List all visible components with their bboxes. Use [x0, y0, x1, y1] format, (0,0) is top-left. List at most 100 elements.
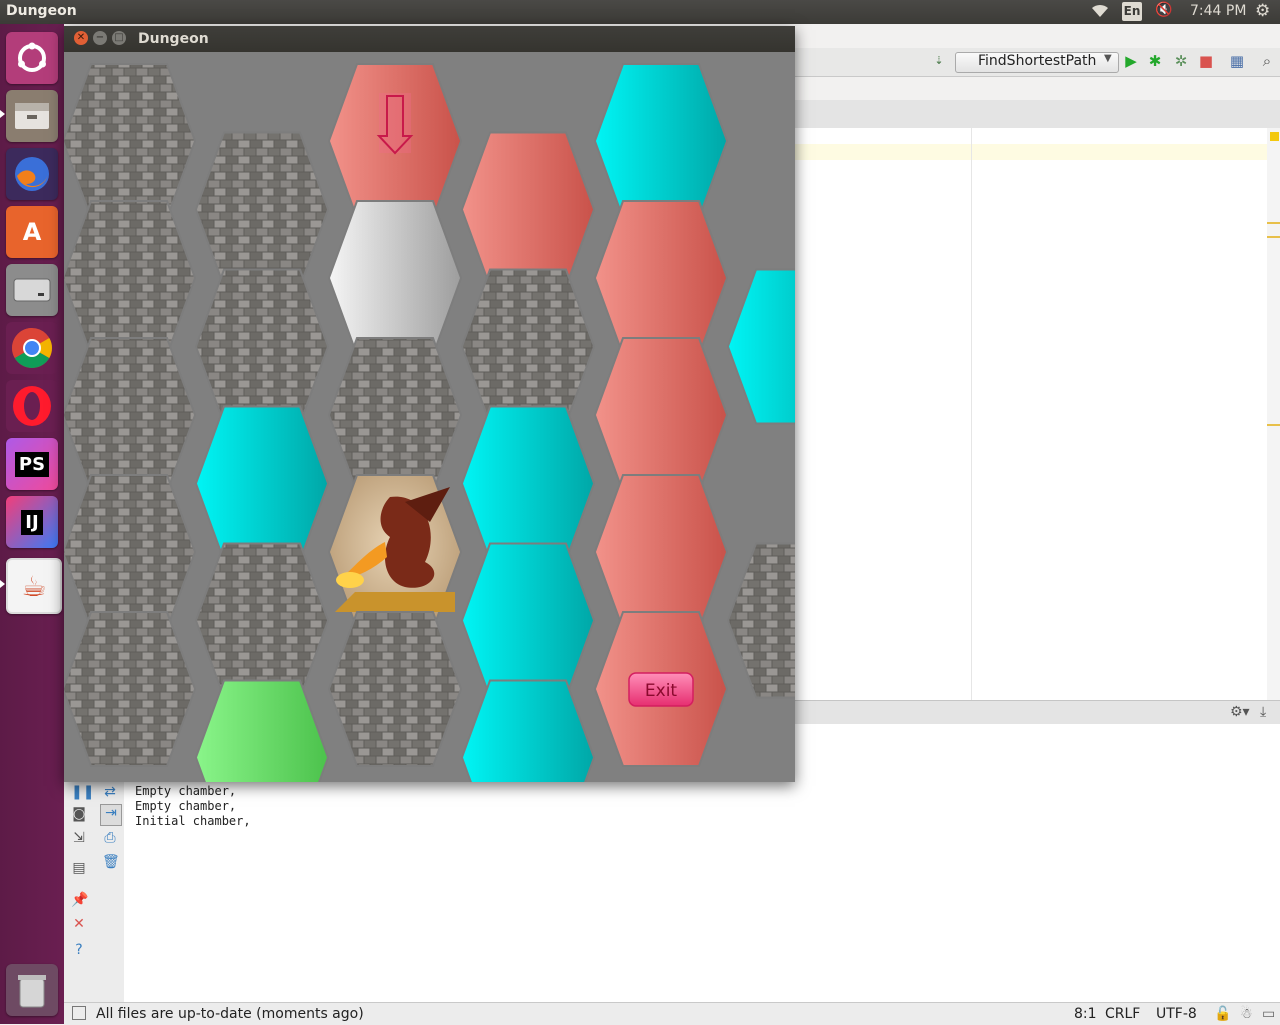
lock-icon[interactable]: 🔓 [1214, 1006, 1231, 1022]
line-separator[interactable]: CRLF [1105, 1006, 1140, 1022]
hex-chamber-pink[interactable] [327, 63, 463, 219]
java-icon[interactable]: ☕ [6, 558, 62, 614]
pin-icon[interactable]: 📌 [71, 892, 88, 908]
run-icon[interactable]: ▶ [1122, 52, 1140, 70]
toggle-tool-windows-icon[interactable] [72, 1006, 86, 1020]
warning-marker[interactable] [1267, 424, 1280, 426]
cursor-position[interactable]: 8:1 [1074, 1006, 1097, 1022]
warning-marker[interactable] [1270, 132, 1279, 141]
keyboard-language-indicator[interactable]: En [1122, 2, 1142, 21]
exit-icon[interactable]: ⇲ [71, 830, 87, 846]
event-log-icon[interactable]: ▭ [1262, 1006, 1275, 1022]
close-icon[interactable]: ✕ [74, 31, 88, 45]
files-icon[interactable] [6, 90, 58, 142]
hex-chamber-gray[interactable] [327, 200, 463, 356]
inspector-icon[interactable]: ☃ [1240, 1006, 1253, 1022]
hex-chamber-wall[interactable] [64, 474, 197, 630]
intellij-label: IJ [21, 509, 43, 535]
intellij-icon[interactable]: IJ [6, 496, 58, 548]
hide-panel-icon[interactable]: ⤓ [1260, 704, 1266, 720]
project-structure-icon[interactable]: ▦ [1228, 52, 1246, 70]
file-encoding[interactable]: UTF-8 [1156, 1006, 1197, 1022]
top-panel: Dungeon En 🔇 7:44 PM ⚙ [0, 0, 1280, 24]
hex-chamber-wall[interactable] [327, 337, 463, 493]
hex-chamber-cyan[interactable] [194, 405, 330, 562]
editor-marker-stripe[interactable] [1267, 128, 1280, 700]
console-line: Initial chamber, [135, 814, 251, 828]
hex-chamber-wall[interactable] [64, 63, 197, 219]
hex-chamber-wall[interactable] [194, 542, 330, 699]
layout-icon[interactable]: ▤ [71, 860, 87, 876]
search-icon[interactable]: ⌕ [1258, 52, 1276, 70]
status-message: All files are up-to-date (moments ago) [96, 1006, 364, 1022]
hex-chamber-pink[interactable] [460, 131, 596, 288]
camera-icon[interactable]: ◙ [71, 806, 87, 822]
hex-chamber-wall[interactable] [194, 268, 330, 425]
system-settings-icon[interactable]: ⚙ [1255, 1, 1270, 21]
binary-icon[interactable]: ⇣ [930, 52, 948, 70]
status-bar: All files are up-to-date (moments ago) 8… [64, 1002, 1280, 1025]
code-editor[interactable] [795, 128, 1267, 700]
hex-chamber-pink[interactable] [593, 474, 729, 630]
console-line: Empty chamber, [135, 799, 237, 813]
debug-icon[interactable]: ✱ [1146, 52, 1164, 70]
firefox-icon[interactable] [6, 148, 58, 200]
hex-chamber-cyan[interactable] [726, 268, 795, 425]
exit-label: Exit [645, 681, 678, 701]
dungeon-titlebar: ✕ − □ Dungeon [64, 26, 795, 52]
volume-muted-icon[interactable]: 🔇 [1155, 2, 1172, 18]
hex-chamber-pink[interactable]: Exit [593, 611, 729, 767]
hex-chamber-pink[interactable] [593, 200, 729, 356]
hex-chamber-wall[interactable] [460, 268, 596, 425]
minimize-icon[interactable]: − [93, 31, 107, 45]
hex-chamber-cyan[interactable] [593, 63, 729, 219]
hex-chamber-cyan[interactable] [460, 405, 596, 562]
stop-icon[interactable]: ■ [1197, 52, 1215, 70]
coverage-icon[interactable]: ✲ [1172, 52, 1190, 70]
chrome-icon[interactable] [6, 322, 58, 374]
print-icon[interactable]: ⎙ [102, 830, 118, 846]
exit-button[interactable]: Exit [628, 672, 694, 707]
hex-chamber-wall[interactable] [327, 611, 463, 767]
run-config-select[interactable]: FindShortestPath ▼ [955, 52, 1119, 73]
run-config-label: FindShortestPath [978, 53, 1097, 69]
warning-marker[interactable] [1267, 236, 1280, 238]
current-line-highlight [795, 144, 1267, 160]
help-icon[interactable]: ? [71, 942, 87, 958]
window-title: Dungeon [138, 31, 209, 47]
phpstorm-label: PS [14, 451, 50, 477]
soft-wrap-icon[interactable]: ⇄ [102, 784, 118, 800]
scroll-to-end-icon[interactable]: ⇥ [100, 804, 122, 826]
hex-chamber-wall[interactable] [64, 611, 197, 767]
settings-gear-icon[interactable]: ⚙▾ [1230, 704, 1250, 720]
disk-icon[interactable] [6, 264, 58, 316]
trash-icon[interactable] [6, 964, 58, 1016]
hex-chamber-wall[interactable] [194, 131, 330, 288]
editor-tabs [795, 100, 1280, 129]
hex-chamber-cyan[interactable] [460, 542, 596, 699]
hex-chamber-green[interactable] [194, 679, 330, 783]
chevron-down-icon: ▼ [1104, 53, 1112, 64]
hex-chamber-dragon[interactable] [327, 474, 463, 630]
ubuntu-dash-icon[interactable] [6, 32, 58, 84]
launcher: A PS IJ ☕ [0, 24, 64, 1024]
hex-chamber-pink[interactable] [593, 337, 729, 493]
software-center-icon[interactable]: A [6, 206, 58, 258]
active-app-title: Dungeon [6, 3, 77, 19]
hex-chamber-wall[interactable] [726, 542, 795, 699]
right-margin-guide [971, 128, 972, 700]
opera-icon[interactable] [6, 380, 58, 432]
trash-can-icon[interactable]: 🗑 [102, 854, 120, 870]
hex-chamber-cyan[interactable] [460, 679, 596, 783]
hex-chamber-wall[interactable] [64, 200, 197, 356]
clock[interactable]: 7:44 PM [1190, 3, 1246, 19]
wifi-icon[interactable] [1090, 3, 1110, 23]
dungeon-window: ✕ − □ Dungeon Exit [64, 26, 795, 782]
phpstorm-icon[interactable]: PS [6, 438, 58, 490]
warning-marker[interactable] [1267, 222, 1280, 224]
pause-icon[interactable]: ❚❚ [71, 784, 94, 800]
maximize-icon[interactable]: □ [112, 31, 126, 45]
hex-chamber-wall[interactable] [64, 337, 197, 493]
hex-board[interactable]: Exit [64, 52, 795, 782]
close-icon[interactable]: ✕ [71, 916, 87, 932]
